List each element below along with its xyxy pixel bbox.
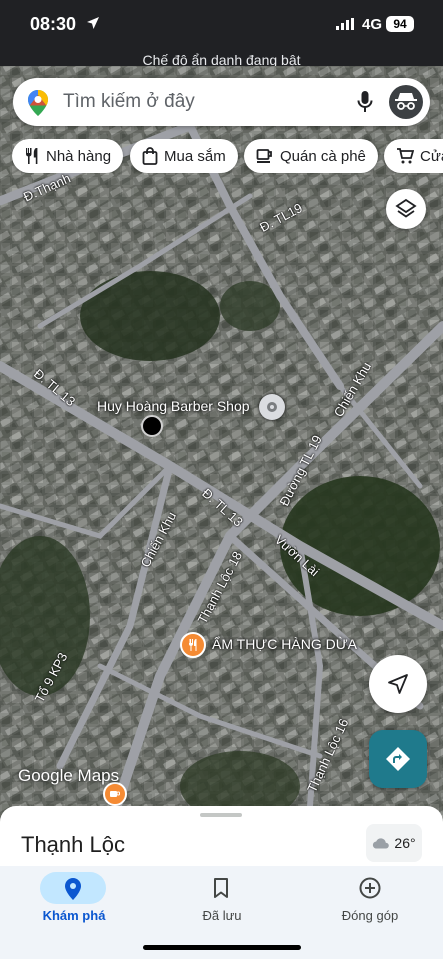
chip-label: Mua sắm	[164, 147, 226, 165]
layers-icon	[395, 198, 417, 218]
tab-label: Đã lưu	[202, 908, 242, 923]
microphone-icon[interactable]	[357, 90, 373, 114]
bottom-sheet[interactable]: Thạnh Lộc 26°	[0, 806, 443, 868]
network-type: 4G	[362, 16, 383, 33]
chip-restaurants[interactable]: Nhà hàng	[12, 139, 124, 173]
navigation-arrow-icon	[388, 674, 408, 694]
tab-explore[interactable]: Khám phá	[0, 866, 148, 936]
fork-knife-icon	[26, 148, 38, 164]
bookmark-icon	[214, 878, 228, 898]
incognito-avatar-icon[interactable]	[389, 85, 423, 119]
chip-label: Quán cà phê	[280, 147, 366, 165]
battery-indicator: 94	[386, 16, 414, 32]
location-dot	[141, 415, 163, 437]
layers-button[interactable]	[386, 189, 426, 229]
poi-marker-barber[interactable]	[259, 394, 285, 420]
google-maps-logo: Google Maps	[18, 766, 120, 785]
google-maps-pin-icon	[28, 90, 48, 116]
chip-shopping[interactable]: Mua sắm	[130, 139, 238, 173]
temperature: 26°	[394, 835, 416, 851]
tab-label: Khám phá	[42, 908, 106, 923]
chip-label: Nhà hàng	[46, 147, 112, 165]
directions-icon	[386, 747, 410, 771]
sheet-title: Thạnh Lộc	[21, 832, 125, 857]
my-location-button[interactable]	[369, 655, 427, 713]
poi-label-restaurant[interactable]: ẨM THỰC HÀNG DỪA	[212, 636, 357, 652]
status-time: 08:30	[30, 14, 77, 34]
chip-stores[interactable]: Cửa	[384, 139, 443, 173]
explore-pin-icon	[65, 878, 81, 900]
search-bar[interactable]: Tìm kiếm ở đây	[13, 78, 430, 126]
chip-label: Cửa	[420, 147, 443, 165]
restaurant-marker-icon[interactable]	[180, 632, 206, 658]
status-bar: 08:30 4G 94	[0, 0, 443, 50]
add-circle-icon	[359, 877, 381, 899]
tab-saved[interactable]: Đã lưu	[148, 866, 296, 936]
weather-badge[interactable]: 26°	[366, 824, 422, 862]
tab-label: Đóng góp	[341, 908, 399, 923]
category-chips: Nhà hàng Mua sắm Quán cà phê Cửa	[12, 139, 443, 173]
home-indicator	[143, 945, 301, 950]
sheet-drag-handle[interactable]	[200, 813, 242, 817]
chip-cafe[interactable]: Quán cà phê	[244, 139, 378, 173]
poi-label-barber[interactable]: Huy Hoàng Barber Shop	[97, 398, 250, 414]
tab-contribute[interactable]: Đóng góp	[296, 866, 443, 936]
search-input[interactable]: Tìm kiếm ở đây	[63, 91, 195, 113]
signal-icon	[336, 18, 354, 30]
location-arrow-icon	[87, 17, 99, 29]
shopping-bag-icon	[142, 147, 158, 165]
cloud-icon	[373, 838, 390, 849]
cart-icon	[397, 148, 414, 164]
coffee-cup-icon	[256, 149, 272, 163]
directions-button[interactable]	[369, 730, 427, 788]
